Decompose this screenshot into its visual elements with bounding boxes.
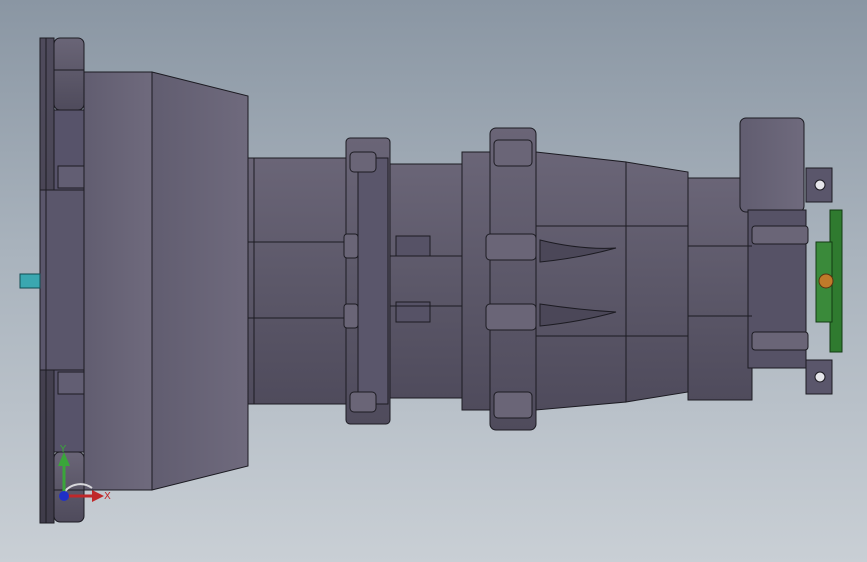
mounting-bracket-top[interactable] [805,167,833,203]
z-axis-dot [59,491,69,501]
gear-housing[interactable] [535,151,689,411]
x-axis-label: X [104,491,111,502]
hex-bolt-icon [818,273,834,289]
ring-flange-2[interactable] [461,127,537,431]
graphics-viewport[interactable]: Y X [0,0,867,562]
gearbox-assembly[interactable] [39,37,833,524]
ring-flange-1[interactable] [343,137,391,425]
mounting-bracket-bottom[interactable] [805,359,833,395]
intermediate-housing[interactable] [247,157,359,405]
stage-2-housing[interactable] [389,163,467,399]
3d-model-view[interactable]: Y X [0,0,867,562]
y-axis-label: Y [59,444,67,455]
shaft-connector[interactable] [19,273,41,289]
end-housing[interactable] [687,117,809,401]
x-axis-arrowhead [92,490,104,502]
motor-housing[interactable] [83,71,249,491]
